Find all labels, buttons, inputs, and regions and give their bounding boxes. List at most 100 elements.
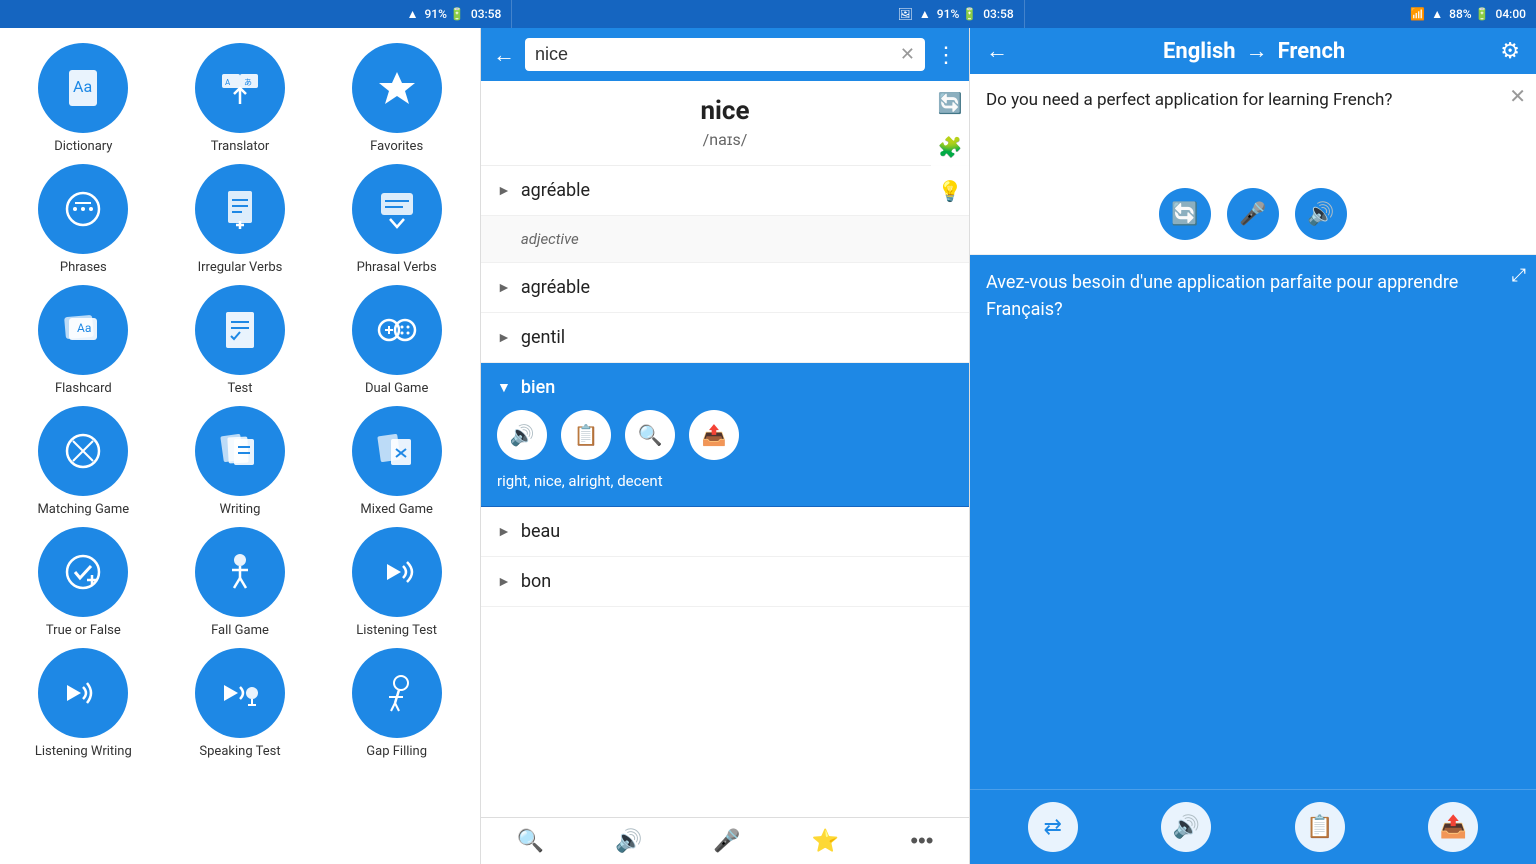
app-icon-phrases <box>38 164 128 254</box>
search-button[interactable]: 🔍 <box>625 410 675 460</box>
search-clear-button[interactable]: ✕ <box>900 44 915 65</box>
app-icon-dictionary: Aa <box>38 43 128 133</box>
app-label-gap-filling: Gap Filling <box>366 744 427 759</box>
app-label-listening-writing: Listening Writing <box>35 744 132 759</box>
nav-speaker-button[interactable]: 🔊 <box>615 828 642 854</box>
lang-arrow-icon: → <box>1246 38 1268 64</box>
dict-entry-gentil[interactable]: ► gentil <box>481 313 969 363</box>
expanded-header: ▼ bien <box>497 377 953 398</box>
svg-text:Aa: Aa <box>77 321 91 335</box>
svg-text:A: A <box>225 78 231 87</box>
app-item-fall-game[interactable]: Fall Game <box>167 527 314 638</box>
app-item-dictionary[interactable]: Aa Dictionary <box>10 43 157 154</box>
status-bar-left: ▲ 91% 🔋 03:58 <box>0 0 512 28</box>
nav-mic-button[interactable]: 🎤 <box>713 828 740 854</box>
left-panel: Aa Dictionary A あ Translator Favorites P… <box>0 28 480 864</box>
app-item-phrases[interactable]: Phrases <box>10 164 157 275</box>
svg-text:あ: あ <box>244 78 252 87</box>
entry-pos-label: adjective <box>521 230 579 248</box>
app-item-listening-writing[interactable]: Listening Writing <box>10 648 157 759</box>
speak-button[interactable]: 🔊 <box>497 410 547 460</box>
trans-speaker2-button[interactable]: 🔊 <box>1161 802 1211 852</box>
app-item-listening-test[interactable]: Listening Test <box>323 527 470 638</box>
trans-back-button[interactable]: ← <box>986 38 1008 64</box>
app-icon-irregular-verbs <box>195 164 285 254</box>
dict-content: nice /naɪs/ ► agréable ► adjective ► agr… <box>481 81 969 817</box>
app-label-fall-game: Fall Game <box>211 623 269 638</box>
entry-word: beau <box>521 521 560 542</box>
signal-icon-right: ▲ <box>1431 7 1443 21</box>
puzzle-icon[interactable]: 🧩 <box>938 135 963 159</box>
app-item-matching-game[interactable]: Matching Game <box>10 406 157 517</box>
right-panel: ← English → French ⚙ ✕ Do you need a per… <box>970 28 1536 864</box>
search-input-wrapper: ✕ <box>525 38 925 71</box>
app-item-favorites[interactable]: Favorites <box>323 43 470 154</box>
svg-text:Aa: Aa <box>73 77 92 96</box>
app-item-dual-game[interactable]: Dual Game <box>323 285 470 396</box>
source-area: ✕ Do you need a perfect application for … <box>970 74 1536 255</box>
time-middle: 03:58 <box>983 7 1013 21</box>
app-icon-fall-game <box>195 527 285 617</box>
source-lang: English <box>1163 39 1236 64</box>
arrow-icon: ► <box>497 231 511 248</box>
app-item-flashcard[interactable]: Aa Flashcard <box>10 285 157 396</box>
app-item-irregular-verbs[interactable]: Irregular Verbs <box>167 164 314 275</box>
translate-icon[interactable]: 🔄 <box>938 91 963 115</box>
lightbulb-icon[interactable]: 💡 <box>938 179 963 203</box>
app-label-speaking-test: Speaking Test <box>199 744 280 759</box>
dict-entry-adjective: ► adjective <box>481 216 969 263</box>
app-label-test: Test <box>228 381 253 396</box>
source-actions: 🔄 🎤 🔊 <box>986 188 1520 240</box>
app-item-test[interactable]: Test <box>167 285 314 396</box>
dict-entry-bon[interactable]: ► bon <box>481 557 969 607</box>
app-icon-listening-test <box>352 527 442 617</box>
arrow-icon: ► <box>497 573 511 590</box>
word-title: nice <box>496 96 954 126</box>
share-button[interactable]: 📤 <box>689 410 739 460</box>
app-item-mixed-game[interactable]: Mixed Game <box>323 406 470 517</box>
trans-settings-button[interactable]: ⚙ <box>1500 38 1520 64</box>
nav-search-button[interactable]: 🔍 <box>517 828 544 854</box>
app-item-speaking-test[interactable]: Speaking Test <box>167 648 314 759</box>
result-expand-button[interactable]: ⤢ <box>1512 265 1526 286</box>
trans-swap-button[interactable]: ⇄ <box>1028 802 1078 852</box>
trans-translate-icon-button[interactable]: 🔄 <box>1159 188 1211 240</box>
nav-more-button[interactable]: ••• <box>910 828 933 854</box>
app-icon-true-or-false <box>38 527 128 617</box>
search-input[interactable] <box>535 44 900 65</box>
dict-entry-bien-expanded[interactable]: ▼ bien 🔊 📋 🔍 📤 right, nice, alright, dec… <box>481 363 969 507</box>
trans-bottom-actions: ⇄ 🔊 📋 📤 <box>970 789 1536 864</box>
trans-copy-button[interactable]: 📋 <box>1295 802 1345 852</box>
middle-panel: ← ✕ ⋮ nice /naɪs/ ► agréable ► adjective <box>480 28 970 864</box>
nav-star-button[interactable]: ⭐ <box>812 828 839 854</box>
status-bar: ▲ 91% 🔋 03:58 🖼 ▲ 91% 🔋 03:58 📶 ▲ 88% 🔋 … <box>0 0 1536 28</box>
expanded-word: bien <box>521 377 555 398</box>
app-item-gap-filling[interactable]: Gap Filling <box>323 648 470 759</box>
dict-entry-agreable2[interactable]: ► agréable <box>481 263 969 313</box>
trans-speaker-button[interactable]: 🔊 <box>1295 188 1347 240</box>
dict-entry-agreable1[interactable]: ► agréable <box>481 166 969 216</box>
app-icon-translator: A あ <box>195 43 285 133</box>
word-phonetic: /naɪs/ <box>496 130 954 150</box>
trans-share-button[interactable]: 📤 <box>1428 802 1478 852</box>
app-item-phrasal-verbs[interactable]: Phrasal Verbs <box>323 164 470 275</box>
app-item-translator[interactable]: A あ Translator <box>167 43 314 154</box>
source-close-button[interactable]: ✕ <box>1509 84 1526 109</box>
app-grid: Aa Dictionary A あ Translator Favorites P… <box>5 38 475 764</box>
search-back-button[interactable]: ← <box>493 42 515 68</box>
copy-button[interactable]: 📋 <box>561 410 611 460</box>
entry-word: agréable <box>521 180 590 201</box>
app-item-writing[interactable]: Writing <box>167 406 314 517</box>
target-lang: French <box>1278 39 1346 64</box>
search-menu-button[interactable]: ⋮ <box>935 42 957 68</box>
app-item-true-or-false[interactable]: True or False <box>10 527 157 638</box>
result-text: Avez-vous besoin d'une application parfa… <box>986 269 1520 323</box>
trans-mic-button[interactable]: 🎤 <box>1227 188 1279 240</box>
app-icon-dual-game <box>352 285 442 375</box>
signal-icon-middle: ▲ <box>919 7 931 21</box>
status-bar-middle: 🖼 ▲ 91% 🔋 03:58 <box>512 0 1024 28</box>
app-label-writing: Writing <box>220 502 261 517</box>
dict-entry-beau[interactable]: ► beau <box>481 507 969 557</box>
time-right: 04:00 <box>1496 7 1526 21</box>
arrow-icon: ► <box>497 329 511 346</box>
